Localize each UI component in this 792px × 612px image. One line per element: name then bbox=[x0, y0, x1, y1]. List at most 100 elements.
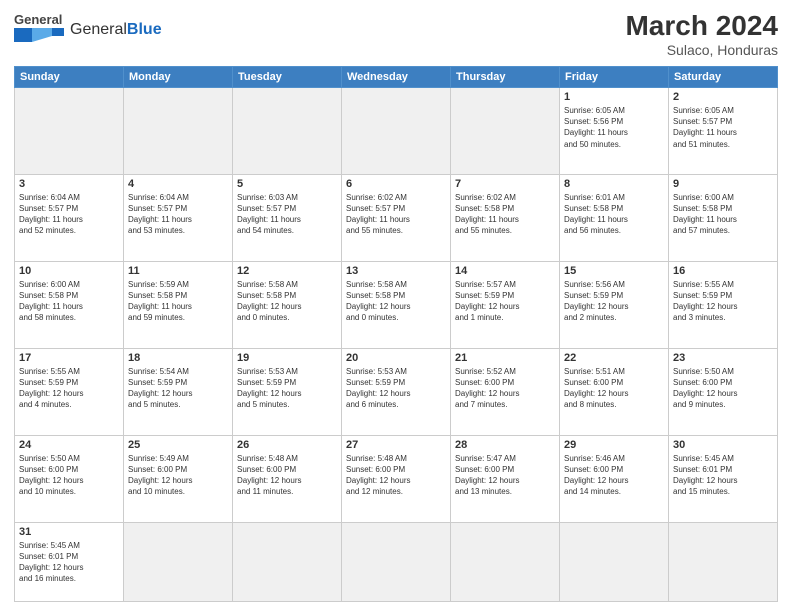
calendar-cell: 20 Sunrise: 5:53 AM Sunset: 5:59 PM Dayli… bbox=[342, 348, 451, 435]
day-number: 17 bbox=[19, 352, 119, 364]
day-info: Sunrise: 5:58 AM Sunset: 5:58 PM Dayligh… bbox=[237, 279, 337, 324]
calendar-cell bbox=[124, 88, 233, 175]
day-info: Sunrise: 5:49 AM Sunset: 6:00 PM Dayligh… bbox=[128, 453, 228, 498]
calendar-cell bbox=[15, 88, 124, 175]
weekday-header-monday: Monday bbox=[124, 67, 233, 88]
day-info: Sunrise: 5:52 AM Sunset: 6:00 PM Dayligh… bbox=[455, 366, 555, 411]
day-number: 6 bbox=[346, 178, 446, 190]
weekday-header-sunday: Sunday bbox=[15, 67, 124, 88]
day-number: 19 bbox=[237, 352, 337, 364]
day-number: 31 bbox=[19, 526, 119, 538]
calendar-cell: 11Sunrise: 5:59 AM Sunset: 5:58 PM Dayli… bbox=[124, 261, 233, 348]
calendar-cell: 28 Sunrise: 5:47 AM Sunset: 6:00 PM Dayli… bbox=[451, 435, 560, 522]
day-info: Sunrise: 5:53 AM Sunset: 5:59 PM Dayligh… bbox=[237, 366, 337, 411]
day-info: Sunrise: 5:54 AM Sunset: 5:59 PM Dayligh… bbox=[128, 366, 228, 411]
day-number: 3 bbox=[19, 178, 119, 190]
day-info: Sunrise: 5:55 AM Sunset: 5:59 PM Dayligh… bbox=[673, 279, 773, 324]
calendar-week-row: 3 Sunrise: 6:04 AM Sunset: 5:57 PM Daylig… bbox=[15, 174, 778, 261]
weekday-header-friday: Friday bbox=[560, 67, 669, 88]
day-number: 9 bbox=[673, 178, 773, 190]
day-info: Sunrise: 6:02 AM Sunset: 5:57 PM Dayligh… bbox=[346, 192, 446, 237]
day-number: 22 bbox=[564, 352, 664, 364]
page: General GeneralBlue March 2024 Sulaco, H… bbox=[0, 0, 792, 612]
day-info: Sunrise: 5:56 AM Sunset: 5:59 PM Dayligh… bbox=[564, 279, 664, 324]
calendar-cell: 6 Sunrise: 6:02 AM Sunset: 5:57 PM Daylig… bbox=[342, 174, 451, 261]
day-number: 12 bbox=[237, 265, 337, 277]
calendar-cell: 14Sunrise: 5:57 AM Sunset: 5:59 PM Dayli… bbox=[451, 261, 560, 348]
logo-label: GeneralBlue bbox=[70, 21, 162, 39]
calendar-title: March 2024 bbox=[625, 10, 778, 42]
weekday-header-tuesday: Tuesday bbox=[233, 67, 342, 88]
calendar-cell bbox=[342, 522, 451, 601]
calendar-cell: 5Sunrise: 6:03 AM Sunset: 5:57 PM Daylig… bbox=[233, 174, 342, 261]
svg-text:General: General bbox=[14, 12, 62, 27]
calendar-cell bbox=[124, 522, 233, 601]
day-info: Sunrise: 6:00 AM Sunset: 5:58 PM Dayligh… bbox=[673, 192, 773, 237]
calendar-cell: 17Sunrise: 5:55 AM Sunset: 5:59 PM Dayli… bbox=[15, 348, 124, 435]
day-number: 13 bbox=[346, 265, 446, 277]
day-number: 5 bbox=[237, 178, 337, 190]
day-info: Sunrise: 5:58 AM Sunset: 5:58 PM Dayligh… bbox=[346, 279, 446, 324]
day-info: Sunrise: 6:05 AM Sunset: 5:57 PM Dayligh… bbox=[673, 105, 773, 150]
day-info: Sunrise: 5:53 AM Sunset: 5:59 PM Dayligh… bbox=[346, 366, 446, 411]
day-info: Sunrise: 5:51 AM Sunset: 6:00 PM Dayligh… bbox=[564, 366, 664, 411]
weekday-header-row: SundayMondayTuesdayWednesdayThursdayFrid… bbox=[15, 67, 778, 88]
calendar-cell bbox=[560, 522, 669, 601]
calendar-cell: 2 Sunrise: 6:05 AM Sunset: 5:57 PM Daylig… bbox=[669, 88, 778, 175]
weekday-header-thursday: Thursday bbox=[451, 67, 560, 88]
day-info: Sunrise: 5:57 AM Sunset: 5:59 PM Dayligh… bbox=[455, 279, 555, 324]
calendar-cell: 24 Sunrise: 5:50 AM Sunset: 6:00 PM Dayli… bbox=[15, 435, 124, 522]
calendar-cell: 22 Sunrise: 5:51 AM Sunset: 6:00 PM Dayli… bbox=[560, 348, 669, 435]
day-info: Sunrise: 5:47 AM Sunset: 6:00 PM Dayligh… bbox=[455, 453, 555, 498]
calendar-location: Sulaco, Honduras bbox=[625, 42, 778, 58]
day-info: Sunrise: 5:50 AM Sunset: 6:00 PM Dayligh… bbox=[19, 453, 119, 498]
day-number: 26 bbox=[237, 439, 337, 451]
calendar-cell: 7 Sunrise: 6:02 AM Sunset: 5:58 PM Daylig… bbox=[451, 174, 560, 261]
calendar-cell bbox=[342, 88, 451, 175]
calendar-cell: 19 Sunrise: 5:53 AM Sunset: 5:59 PM Dayli… bbox=[233, 348, 342, 435]
day-info: Sunrise: 5:59 AM Sunset: 5:58 PM Dayligh… bbox=[128, 279, 228, 324]
calendar-cell: 4Sunrise: 6:04 AM Sunset: 5:57 PM Daylig… bbox=[124, 174, 233, 261]
day-number: 8 bbox=[564, 178, 664, 190]
header: General GeneralBlue March 2024 Sulaco, H… bbox=[14, 10, 778, 58]
day-number: 4 bbox=[128, 178, 228, 190]
day-info: Sunrise: 5:48 AM Sunset: 6:00 PM Dayligh… bbox=[237, 453, 337, 498]
day-info: Sunrise: 5:50 AM Sunset: 6:00 PM Dayligh… bbox=[673, 366, 773, 411]
day-number: 2 bbox=[673, 91, 773, 103]
calendar-cell: 15 Sunrise: 5:56 AM Sunset: 5:59 PM Dayli… bbox=[560, 261, 669, 348]
day-info: Sunrise: 6:02 AM Sunset: 5:58 PM Dayligh… bbox=[455, 192, 555, 237]
day-number: 30 bbox=[673, 439, 773, 451]
day-number: 15 bbox=[564, 265, 664, 277]
day-info: Sunrise: 6:05 AM Sunset: 5:56 PM Dayligh… bbox=[564, 105, 664, 150]
day-info: Sunrise: 5:48 AM Sunset: 6:00 PM Dayligh… bbox=[346, 453, 446, 498]
calendar-cell: 31 Sunrise: 5:45 AM Sunset: 6:01 PM Dayli… bbox=[15, 522, 124, 601]
generalblue-logo-icon: General bbox=[14, 10, 64, 50]
calendar-cell: 25Sunrise: 5:49 AM Sunset: 6:00 PM Dayli… bbox=[124, 435, 233, 522]
calendar-cell bbox=[233, 88, 342, 175]
day-number: 16 bbox=[673, 265, 773, 277]
day-number: 18 bbox=[128, 352, 228, 364]
day-info: Sunrise: 5:46 AM Sunset: 6:00 PM Dayligh… bbox=[564, 453, 664, 498]
calendar-cell bbox=[233, 522, 342, 601]
day-number: 20 bbox=[346, 352, 446, 364]
calendar-cell: 29Sunrise: 5:46 AM Sunset: 6:00 PM Dayli… bbox=[560, 435, 669, 522]
calendar-week-row: 10Sunrise: 6:00 AM Sunset: 5:58 PM Dayli… bbox=[15, 261, 778, 348]
calendar-cell: 3 Sunrise: 6:04 AM Sunset: 5:57 PM Daylig… bbox=[15, 174, 124, 261]
day-number: 10 bbox=[19, 265, 119, 277]
calendar-cell: 30Sunrise: 5:45 AM Sunset: 6:01 PM Dayli… bbox=[669, 435, 778, 522]
calendar-cell bbox=[669, 522, 778, 601]
day-info: Sunrise: 6:01 AM Sunset: 5:58 PM Dayligh… bbox=[564, 192, 664, 237]
day-number: 24 bbox=[19, 439, 119, 451]
day-info: Sunrise: 5:45 AM Sunset: 6:01 PM Dayligh… bbox=[19, 540, 119, 585]
calendar-cell: 26 Sunrise: 5:48 AM Sunset: 6:00 PM Dayli… bbox=[233, 435, 342, 522]
day-number: 28 bbox=[455, 439, 555, 451]
calendar-table: SundayMondayTuesdayWednesdayThursdayFrid… bbox=[14, 66, 778, 602]
calendar-cell: 1Sunrise: 6:05 AM Sunset: 5:56 PM Daylig… bbox=[560, 88, 669, 175]
calendar-cell: 21 Sunrise: 5:52 AM Sunset: 6:00 PM Dayli… bbox=[451, 348, 560, 435]
day-number: 27 bbox=[346, 439, 446, 451]
calendar-week-row: 1Sunrise: 6:05 AM Sunset: 5:56 PM Daylig… bbox=[15, 88, 778, 175]
day-info: Sunrise: 6:04 AM Sunset: 5:57 PM Dayligh… bbox=[19, 192, 119, 237]
day-number: 21 bbox=[455, 352, 555, 364]
day-number: 7 bbox=[455, 178, 555, 190]
calendar-cell: 9 Sunrise: 6:00 AM Sunset: 5:58 PM Daylig… bbox=[669, 174, 778, 261]
